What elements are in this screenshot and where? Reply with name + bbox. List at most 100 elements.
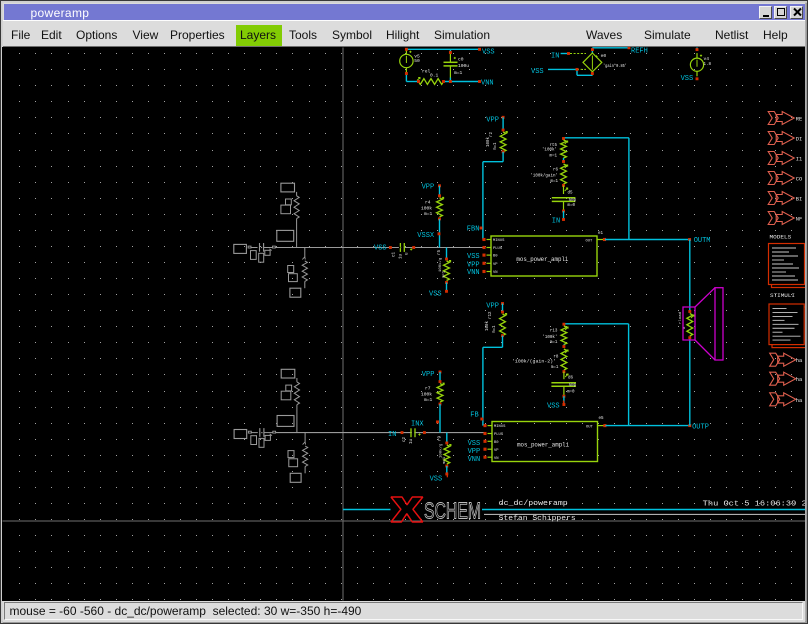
svg-text:dc_dc/poweramp: dc_dc/poweramp	[499, 500, 568, 508]
svg-text:r12: r12	[489, 311, 493, 319]
svg-text:OUTP: OUTP	[692, 424, 709, 432]
svg-text:VP: VP	[494, 449, 499, 453]
svg-text:100k: 100k	[485, 320, 490, 331]
svg-text:Thu Oct 5 16:06:39 2: Thu Oct 5 16:06:39 2	[703, 500, 805, 508]
svg-text:r9: r9	[438, 435, 442, 441]
svg-text:VNN: VNN	[468, 456, 481, 464]
svg-text:VSS: VSS	[468, 440, 481, 448]
svg-text:m=1: m=1	[494, 142, 498, 150]
svg-text:PLUS: PLUS	[494, 433, 504, 437]
svg-text:r2: r2	[490, 131, 494, 137]
svg-text:VPP: VPP	[486, 116, 499, 124]
svg-text:VSS: VSS	[374, 245, 387, 253]
svg-text:VSS: VSS	[681, 75, 694, 83]
svg-text:VNN: VNN	[481, 79, 494, 87]
svg-text:VN: VN	[493, 271, 498, 275]
svg-text:100u: 100u	[458, 63, 469, 69]
svg-text:m=1: m=1	[424, 211, 433, 217]
svg-text:SCHEM: SCHEM	[424, 498, 481, 524]
svg-text:e0: e0	[601, 53, 607, 59]
svg-text:e5: e5	[599, 417, 605, 421]
svg-text:FBN: FBN	[467, 226, 480, 234]
svg-text:'100k/gain': '100k/gain'	[530, 174, 558, 179]
svg-text:m=1: m=1	[443, 270, 447, 278]
svg-text:INX: INX	[411, 421, 424, 429]
svg-text:CO: CO	[796, 177, 802, 183]
svg-text:r7: r7	[425, 386, 431, 392]
svg-text:m=1: m=1	[550, 180, 558, 184]
svg-text:RE: RE	[796, 117, 802, 123]
svg-text:ha: ha	[796, 398, 803, 404]
svg-text:DI: DI	[796, 137, 802, 143]
svg-text:VSS: VSS	[467, 253, 480, 261]
svg-text:c1: c1	[393, 251, 397, 257]
svg-text:VPP: VPP	[422, 371, 435, 379]
svg-text:100k: 100k	[421, 392, 432, 398]
svg-text:1u: 1u	[410, 438, 414, 444]
svg-text:VSS: VSS	[531, 68, 544, 76]
svg-text:r8: r8	[553, 356, 559, 360]
svg-text:MODELS: MODELS	[770, 234, 792, 241]
svg-text:m=1: m=1	[443, 456, 447, 464]
svg-text:Stefan Schippers: Stefan Schippers	[499, 515, 576, 523]
svg-text:OUT: OUT	[586, 239, 594, 243]
svg-text:e1: e1	[598, 232, 604, 236]
svg-text:rt5: rt5	[549, 144, 557, 148]
svg-text:I1: I1	[796, 157, 802, 163]
svg-text:VSS: VSS	[429, 290, 442, 298]
svg-text:OUTM: OUTM	[694, 237, 711, 245]
svg-text:VP: VP	[493, 263, 498, 267]
svg-text:ha: ha	[796, 377, 803, 383]
svg-text:NF: NF	[796, 217, 802, 223]
svg-text:mos_power_ampli: mos_power_ampli	[516, 256, 568, 263]
svg-text:MINUS: MINUS	[493, 239, 505, 243]
svg-text:VSS: VSS	[547, 403, 560, 411]
svg-text:m=1: m=1	[550, 341, 558, 345]
svg-text:OUT: OUT	[586, 426, 594, 430]
svg-text:VSS: VSS	[482, 49, 495, 57]
svg-text:REFH: REFH	[631, 47, 648, 55]
svg-text:VN: VN	[494, 457, 499, 461]
svg-text:m=1: m=1	[551, 366, 559, 370]
svg-text:VSS: VSS	[430, 475, 443, 483]
svg-text:FB: FB	[470, 411, 478, 419]
svg-text:m=1: m=1	[424, 397, 433, 403]
svg-text:m=1: m=1	[493, 325, 497, 333]
svg-text:rload: rload	[678, 311, 683, 324]
svg-text:50: 50	[414, 58, 420, 64]
svg-text:d6: d6	[568, 376, 574, 381]
svg-text:100k/g: 100k/g	[438, 443, 443, 458]
svg-text:VNN: VNN	[467, 269, 480, 277]
svg-text:d5: d5	[568, 191, 574, 196]
svg-text:'gain*0.85': 'gain*0.85'	[603, 64, 627, 69]
svg-text:'100k/(gain-2)': '100k/(gain-2)'	[512, 360, 556, 365]
svg-text:m=0: m=0	[567, 391, 575, 395]
svg-text:m=0: m=0	[568, 204, 576, 208]
svg-text:r4: r4	[425, 200, 431, 206]
svg-text:B0: B0	[493, 255, 498, 259]
svg-text:r5: r5	[438, 249, 442, 255]
svg-text:VSSX: VSSX	[417, 232, 435, 240]
svg-text:VPP: VPP	[486, 303, 499, 311]
svg-text:m=1: m=1	[549, 154, 557, 158]
svg-text:MINUS: MINUS	[494, 425, 506, 429]
svg-text:'100k': '100k'	[542, 335, 557, 340]
svg-text:BI: BI	[796, 197, 802, 203]
svg-text:B0: B0	[494, 441, 499, 445]
svg-text:VPP: VPP	[422, 184, 435, 192]
svg-text:r13: r13	[550, 330, 558, 334]
svg-text:'100k': '100k'	[542, 148, 557, 153]
svg-text:IN: IN	[388, 431, 396, 439]
svg-text:c2: c2	[403, 436, 407, 442]
svg-text:VPP: VPP	[467, 261, 480, 269]
svg-text:50p: 50p	[569, 384, 577, 388]
svg-text:u: u	[406, 252, 410, 255]
svg-text:PLUS: PLUS	[493, 247, 503, 251]
svg-text:1u: 1u	[400, 253, 404, 259]
svg-text:IN: IN	[552, 217, 560, 225]
svg-text:1.8: 1.8	[704, 63, 712, 67]
svg-text:m=1: m=1	[454, 70, 463, 76]
svg-text:ha: ha	[796, 358, 803, 364]
svg-text:c0: c0	[458, 57, 464, 63]
svg-text:100k: 100k	[421, 206, 432, 212]
